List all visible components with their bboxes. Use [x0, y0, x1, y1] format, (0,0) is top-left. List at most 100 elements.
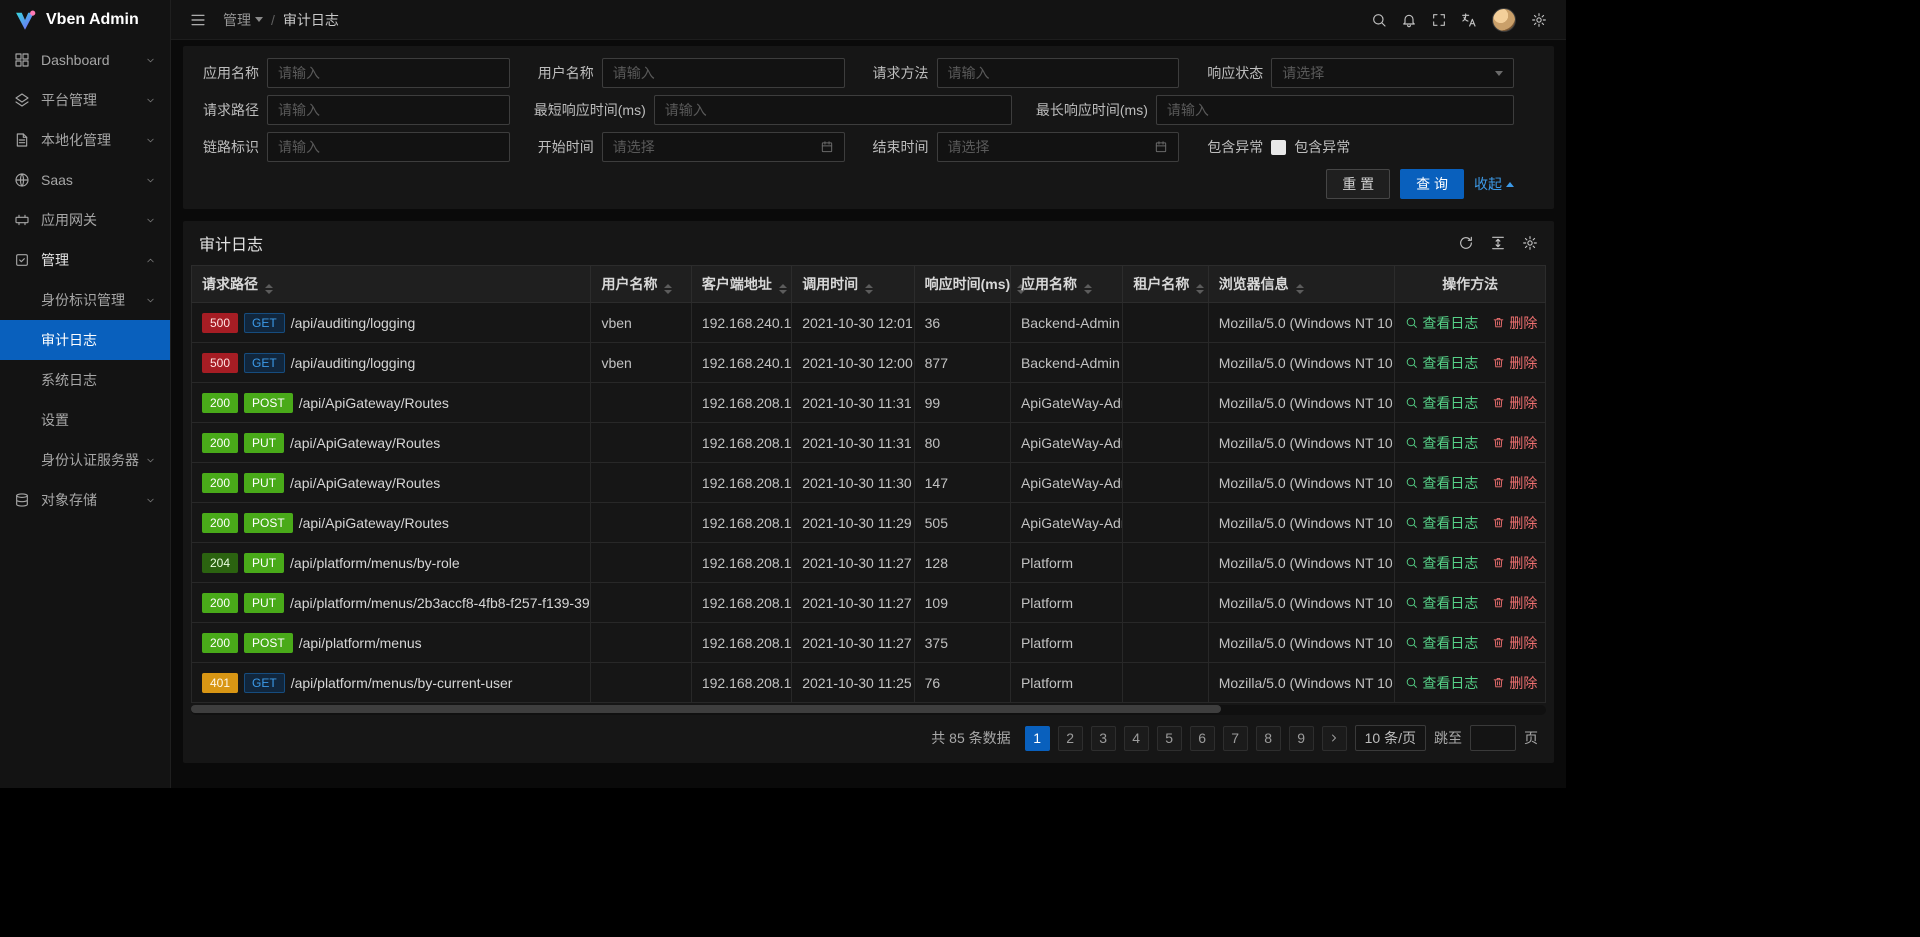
sidebar-item-auth-server[interactable]: 身份认证服务器 [0, 440, 170, 480]
refresh-icon[interactable] [1458, 235, 1474, 251]
page-button-4[interactable]: 4 [1124, 726, 1149, 751]
start-time-field[interactable] [613, 139, 814, 155]
page-button-6[interactable]: 6 [1190, 726, 1215, 751]
view-log-button[interactable]: 查看日志 [1405, 673, 1478, 693]
avatar[interactable] [1492, 8, 1516, 32]
page-button-8[interactable]: 8 [1256, 726, 1281, 751]
search-button[interactable]: 查 询 [1400, 169, 1464, 199]
min-elapsed-field[interactable] [665, 102, 1001, 118]
sort-icon[interactable] [1196, 284, 1204, 294]
sidebar-item-audit-log[interactable]: 审计日志 [0, 320, 170, 360]
view-log-button[interactable]: 查看日志 [1405, 393, 1478, 413]
has-exception-checkbox[interactable]: 包含异常 [1271, 137, 1350, 157]
sort-icon[interactable] [664, 284, 672, 294]
sidebar-item-saas[interactable]: Saas [0, 160, 170, 200]
delete-button[interactable]: 删除 [1492, 353, 1537, 373]
cell-elapsed: 877 [914, 343, 1010, 383]
sidebar-item-localization[interactable]: 本地化管理 [0, 120, 170, 160]
view-log-button[interactable]: 查看日志 [1405, 473, 1478, 493]
logo[interactable]: Vben Admin [0, 0, 170, 40]
view-log-button[interactable]: 查看日志 [1405, 353, 1478, 373]
request-path-field[interactable] [278, 102, 499, 118]
delete-button[interactable]: 删除 [1492, 553, 1537, 573]
scrollbar-thumb[interactable] [191, 705, 1221, 713]
view-log-button[interactable]: 查看日志 [1405, 433, 1478, 453]
min-elapsed-input[interactable] [654, 95, 1012, 125]
settings-icon[interactable] [1524, 0, 1554, 40]
sidebar-item-system-log[interactable]: 系统日志 [0, 360, 170, 400]
page-size-select[interactable]: 10 条/页 [1355, 725, 1426, 751]
sidebar-item-settings[interactable]: 设置 [0, 400, 170, 440]
delete-button[interactable]: 删除 [1492, 633, 1537, 653]
sidebar-item-identity[interactable]: 身份标识管理 [0, 280, 170, 320]
sidebar-item-gateway[interactable]: 应用网关 [0, 200, 170, 240]
column-header-3[interactable]: 调用时间 [792, 266, 914, 303]
column-header-5[interactable]: 应用名称 [1010, 266, 1122, 303]
sort-icon[interactable] [1296, 284, 1304, 294]
sidebar-item-admin[interactable]: 管理 [0, 240, 170, 280]
http-method-input[interactable] [937, 58, 1180, 88]
reset-button[interactable]: 重 置 [1326, 169, 1390, 199]
http-status-select[interactable]: 请选择 [1271, 58, 1514, 88]
page-button-3[interactable]: 3 [1091, 726, 1116, 751]
user-name-field[interactable] [613, 65, 834, 81]
trace-id-input[interactable] [267, 132, 510, 162]
delete-button[interactable]: 删除 [1492, 593, 1537, 613]
breadcrumb-item-admin[interactable]: 管理 [223, 10, 263, 30]
column-header-6[interactable]: 租户名称 [1123, 266, 1208, 303]
page-button-9[interactable]: 9 [1289, 726, 1314, 751]
column-label: 请求路径 [202, 276, 258, 292]
delete-button[interactable]: 删除 [1492, 473, 1537, 493]
page-button-5[interactable]: 5 [1157, 726, 1182, 751]
horizontal-scrollbar[interactable] [191, 705, 1546, 715]
start-time-date[interactable] [602, 132, 845, 162]
page-button-1[interactable]: 1 [1025, 726, 1050, 751]
sidebar-item-storage[interactable]: 对象存储 [0, 480, 170, 520]
sort-icon[interactable] [779, 284, 787, 294]
sidebar-item-dashboard[interactable]: Dashboard [0, 40, 170, 80]
delete-button[interactable]: 删除 [1492, 433, 1537, 453]
column-header-0[interactable]: 请求路径 [192, 266, 591, 303]
user-name-input[interactable] [602, 58, 845, 88]
view-log-button[interactable]: 查看日志 [1405, 593, 1478, 613]
column-header-7[interactable]: 浏览器信息 [1208, 266, 1395, 303]
column-header-2[interactable]: 客户端地址 [691, 266, 791, 303]
max-elapsed-input[interactable] [1156, 95, 1514, 125]
delete-button[interactable]: 删除 [1492, 313, 1537, 333]
settings-icon[interactable] [1522, 235, 1538, 251]
sort-icon[interactable] [1084, 284, 1092, 294]
view-log-button[interactable]: 查看日志 [1405, 633, 1478, 653]
sort-icon[interactable] [265, 284, 273, 294]
sidebar-item-platform[interactable]: 平台管理 [0, 80, 170, 120]
end-time-field[interactable] [948, 139, 1149, 155]
fullscreen-icon[interactable] [1424, 0, 1454, 40]
cell-actions: 查看日志删除 [1395, 343, 1546, 383]
end-time-date[interactable] [937, 132, 1180, 162]
menu-fold-icon[interactable] [183, 0, 213, 40]
collapse-link[interactable]: 收起 [1474, 174, 1514, 194]
jump-page-input[interactable] [1470, 725, 1516, 751]
max-elapsed-field[interactable] [1167, 102, 1503, 118]
bell-icon[interactable] [1394, 0, 1424, 40]
view-log-button[interactable]: 查看日志 [1405, 513, 1478, 533]
view-log-button[interactable]: 查看日志 [1405, 313, 1478, 333]
sort-icon[interactable] [865, 284, 873, 294]
column-height-icon[interactable] [1490, 235, 1506, 251]
http-method-field[interactable] [948, 65, 1169, 81]
trace-id-field[interactable] [278, 139, 499, 155]
next-page-button[interactable] [1322, 726, 1347, 751]
app-name-input[interactable] [267, 58, 510, 88]
request-path-input[interactable] [267, 95, 510, 125]
delete-button[interactable]: 删除 [1492, 393, 1537, 413]
view-log-button[interactable]: 查看日志 [1405, 553, 1478, 573]
translate-icon[interactable] [1454, 0, 1484, 40]
app-name-field[interactable] [278, 65, 499, 81]
column-header-4[interactable]: 响应时间(ms) [914, 266, 1010, 303]
page-button-2[interactable]: 2 [1058, 726, 1083, 751]
search-icon[interactable] [1364, 0, 1394, 40]
column-header-1[interactable]: 用户名称 [591, 266, 691, 303]
checkbox-icon[interactable] [1271, 140, 1286, 155]
delete-button[interactable]: 删除 [1492, 673, 1537, 693]
page-button-7[interactable]: 7 [1223, 726, 1248, 751]
delete-button[interactable]: 删除 [1492, 513, 1537, 533]
